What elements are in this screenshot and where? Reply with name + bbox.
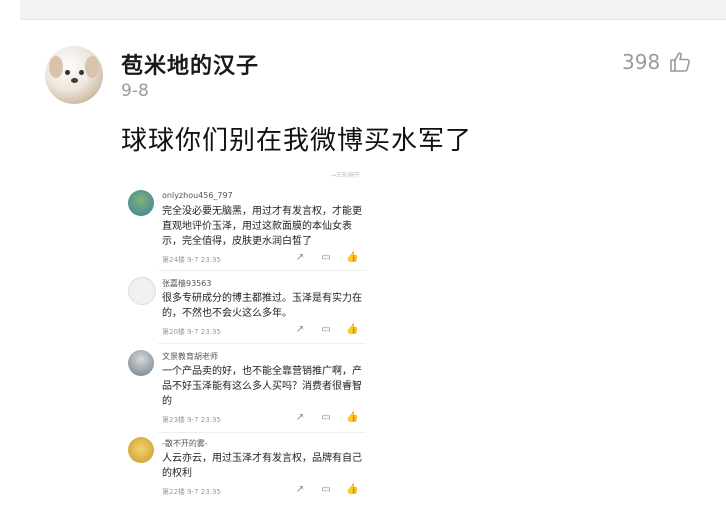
thumbs-up-icon[interactable]: 👍 (346, 324, 358, 335)
comment-icon[interactable]: ▭ (320, 412, 332, 423)
comment-body: 完全没必要无脑黑，用过才有发言权，才能更直观地评价玉泽，用过这款面膜的本仙女表示… (162, 206, 362, 247)
commenter-avatar (128, 190, 154, 216)
avatar[interactable] (45, 46, 103, 104)
top-divider-bar (20, 0, 726, 20)
share-icon[interactable]: ↗ (294, 324, 306, 335)
comment-icon[interactable]: ▭ (320, 484, 332, 495)
username[interactable]: 苞米地的汉子 (121, 48, 259, 80)
like-button[interactable]: 398 (622, 50, 692, 74)
divider (158, 343, 366, 344)
share-icon[interactable]: ↗ (294, 412, 306, 423)
thumbs-up-icon[interactable]: 👍 (346, 484, 358, 495)
thumbs-up-icon[interactable]: 👍 (346, 252, 358, 263)
screenshot-top-label: →王彩缤卉 (330, 172, 360, 179)
comment-actions: ↗ ▭ 👍 (294, 252, 359, 263)
thumbs-up-icon[interactable]: 👍 (346, 412, 358, 423)
share-icon[interactable]: ↗ (294, 252, 306, 263)
commenter-name: 张嘉樯93563 (162, 279, 212, 288)
comment-meta: 第22楼 9-7 23:35 (162, 488, 221, 496)
comment-icon[interactable]: ▭ (320, 324, 332, 335)
avatar-dog-eye-right (79, 70, 84, 75)
comment-icon[interactable]: ▭ (320, 252, 332, 263)
avatar-dog-eye-left (65, 70, 70, 75)
comment-meta: 第23楼 9-7 23:35 (162, 416, 221, 424)
comment-body: 很多专研成分的博主都推过。玉泽是有实力在的，不然也不会火这么多年。 (162, 293, 362, 319)
commenter-avatar (128, 437, 154, 463)
commenter-name: 文景教育胡老师 (162, 352, 218, 361)
post-text: 球球你们别在我微博买水军了 (121, 126, 473, 156)
embedded-screenshot[interactable]: →王彩缤卉 onlyzhou456_797 完全没必要无脑黑，用过才有发言权，才… (122, 170, 370, 506)
like-count: 398 (622, 50, 661, 74)
comment-actions: ↗ ▭ 👍 (294, 484, 359, 495)
comment-meta: 第24楼 9-7 23:35 (162, 256, 221, 264)
avatar-dog-nose (71, 78, 78, 83)
comment-body: 人云亦云，用过玉泽才有发言权，品牌有自己的权利 (162, 453, 362, 479)
post-date: 9-8 (121, 81, 149, 101)
avatar-dog-ear-left (49, 56, 63, 78)
commenter-avatar (128, 350, 154, 376)
share-icon[interactable]: ↗ (294, 484, 306, 495)
comment-actions: ↗ ▭ 👍 (294, 412, 359, 423)
divider (158, 270, 366, 271)
comment-meta: 第20楼 9-7 23:35 (162, 328, 221, 336)
comment-body: 一个产品卖的好，也不能全靠营销推广啊，产品不好玉泽能有这么多人买吗？消费者很睿智… (162, 366, 362, 407)
avatar-dog-ear-right (85, 56, 99, 78)
thumbs-up-icon (670, 52, 691, 72)
comment-actions: ↗ ▭ 👍 (294, 324, 359, 335)
commenter-name: onlyzhou456_797 (162, 191, 233, 200)
commenter-avatar (128, 277, 156, 305)
divider (158, 432, 366, 433)
commenter-name: -散不开的雾- (162, 439, 208, 448)
